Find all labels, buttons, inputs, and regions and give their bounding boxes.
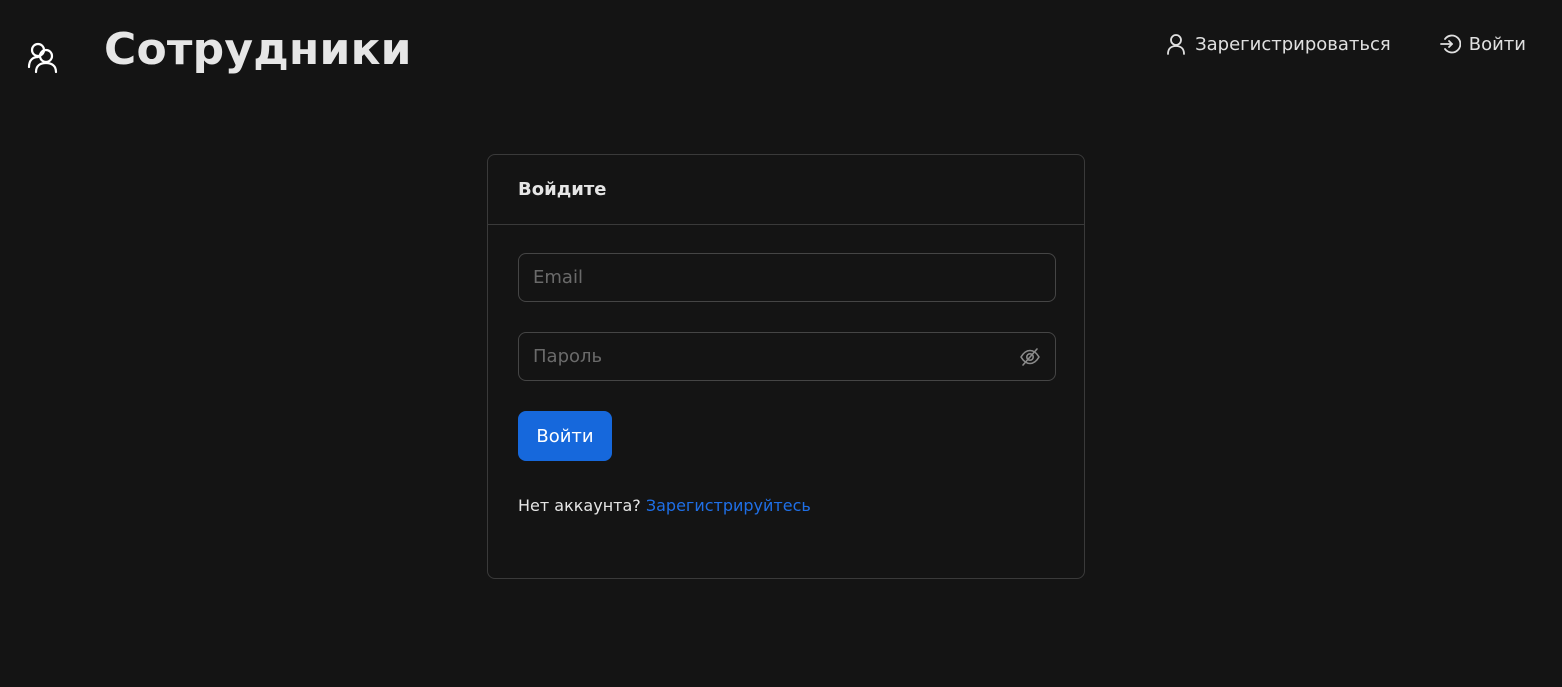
app-header: Сотрудники Зарегистрироваться Войти	[0, 0, 1562, 110]
top-nav: Зарегистрироваться Войти	[1165, 30, 1526, 58]
email-field-wrapper	[518, 253, 1056, 302]
login-icon	[1439, 34, 1461, 54]
eye-invisible-icon[interactable]	[1019, 346, 1041, 368]
password-field[interactable]	[519, 333, 1055, 380]
login-card-header: Войдите	[488, 155, 1084, 225]
nav-register[interactable]: Зарегистрироваться	[1165, 30, 1391, 58]
team-icon[interactable]	[26, 40, 60, 74]
register-prompt: Нет аккаунта? Зарегистрируйтесь	[518, 496, 1054, 515]
nav-login[interactable]: Войти	[1439, 30, 1526, 58]
page-title: Сотрудники	[104, 24, 412, 75]
nav-register-label: Зарегистрироваться	[1195, 33, 1391, 55]
nav-login-label: Войти	[1468, 33, 1526, 55]
login-card: Войдите Войти Нет аккаунта? Зарегистриру…	[487, 154, 1085, 579]
login-card-title: Войдите	[518, 179, 607, 200]
user-icon	[1167, 34, 1186, 55]
email-field[interactable]	[519, 254, 1055, 301]
login-form: Войти Нет аккаунта? Зарегистрируйтесь	[488, 225, 1084, 515]
password-field-wrapper	[518, 332, 1056, 381]
register-link[interactable]: Зарегистрируйтесь	[646, 496, 811, 515]
login-submit-button[interactable]: Войти	[518, 411, 612, 461]
no-account-text: Нет аккаунта?	[518, 496, 641, 515]
